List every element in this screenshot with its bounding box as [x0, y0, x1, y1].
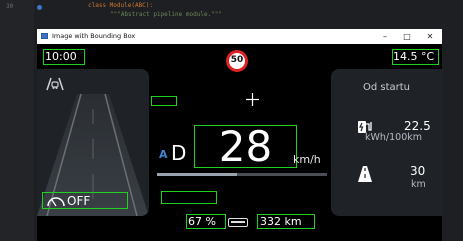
- line-number: 30: [6, 3, 14, 10]
- code-line: class Module(ABC):: [88, 2, 154, 9]
- trip-heading: Od startu: [362, 82, 411, 93]
- speed-value: 28: [218, 122, 273, 171]
- gear-indicator: D: [171, 141, 187, 165]
- battery-icon: [228, 218, 248, 227]
- distance-value: 30: [410, 164, 426, 178]
- speed-limit-sign: 50: [226, 50, 248, 72]
- distance-unit: km: [411, 179, 426, 190]
- speed-progress-bar: [157, 173, 327, 176]
- speedometer-icon: [47, 197, 65, 207]
- code-line: """Abstract pipeline module.""": [110, 11, 222, 18]
- window-title: Image with Bounding Box: [52, 32, 136, 40]
- clock: 10:00: [45, 50, 77, 63]
- road-icon: [358, 166, 372, 182]
- code-editor-background: [0, 0, 463, 30]
- plus-icon: [246, 93, 259, 106]
- app-icon: [41, 33, 48, 39]
- image-window: Image with Bounding Box – □ ✕ 10:00 50 1…: [37, 29, 442, 241]
- trip-panel: Od startu 22.5 kWh/100km 30 km: [331, 69, 442, 216]
- speed-progress-fill: [157, 173, 237, 176]
- temperature: 14.5 °C: [393, 50, 435, 63]
- bounding-box: [151, 96, 177, 106]
- speed-unit: km/h: [293, 153, 321, 166]
- battery-percent: 67 %: [188, 215, 216, 228]
- editor-gutter: 30: [0, 0, 34, 241]
- assist-status: OFF: [67, 194, 91, 208]
- speed-limit-value: 50: [230, 55, 244, 65]
- consumption-unit: kWh/100km: [365, 132, 423, 143]
- bounding-box: [161, 191, 217, 204]
- drive-mode-indicator: A: [159, 148, 168, 161]
- lane-assist-icon: [46, 77, 64, 91]
- window-titlebar[interactable]: Image with Bounding Box – □ ✕: [37, 29, 442, 44]
- dashboard-image: 10:00 50 14.5 °C A D 28 km/h OFF 67 % 33…: [37, 44, 442, 241]
- close-button[interactable]: ✕: [423, 31, 437, 42]
- consumption-value: 22.5: [404, 119, 431, 133]
- maximize-button[interactable]: □: [400, 31, 414, 42]
- minimize-button[interactable]: –: [378, 31, 392, 42]
- range-value: 332 km: [260, 215, 302, 228]
- breakpoint-icon[interactable]: [37, 5, 42, 10]
